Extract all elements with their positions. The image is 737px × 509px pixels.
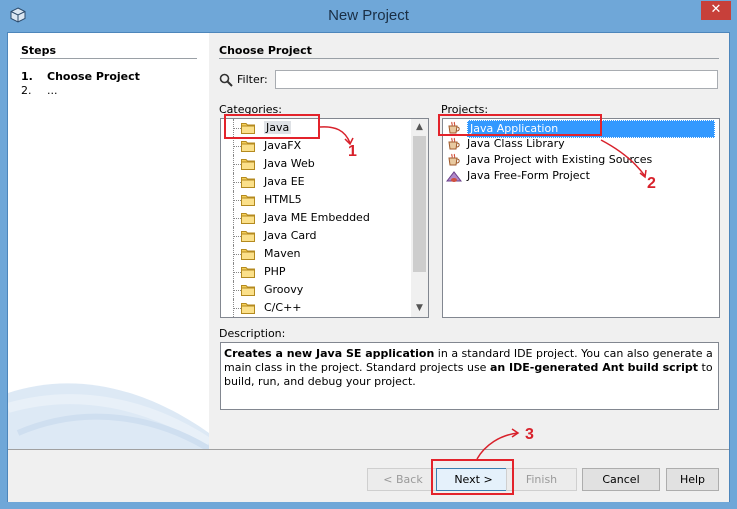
annotation-arrows: [319, 126, 647, 460]
annotation-label-2: 2: [647, 175, 656, 192]
annotation-label-3: 3: [525, 426, 534, 443]
annotation-label-1: 1: [348, 143, 357, 160]
